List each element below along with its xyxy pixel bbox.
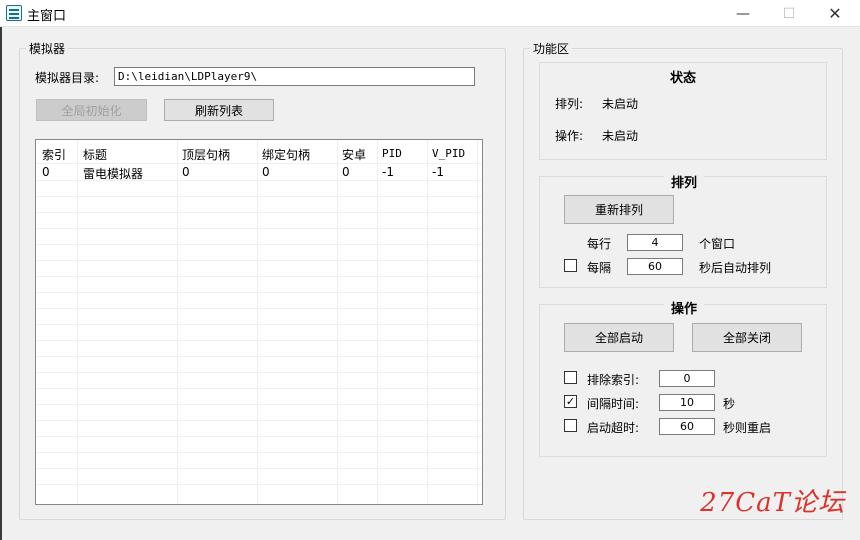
column-divider: [427, 140, 428, 504]
per-row-label: 每行: [587, 237, 612, 251]
exclude-index-input[interactable]: 0: [659, 370, 715, 387]
arrange-status-value: 未启动: [602, 97, 639, 111]
row-divider: [36, 436, 482, 437]
interval-time-label: 间隔时间:: [587, 397, 640, 411]
close-button[interactable]: ✕: [812, 0, 858, 27]
row-divider: [36, 468, 482, 469]
row-divider: [36, 356, 482, 357]
auto-arrange-unit: 秒后自动排列: [699, 261, 772, 275]
row-divider: [36, 388, 482, 389]
column-header-index[interactable]: 索引: [42, 146, 66, 163]
row-divider: [36, 404, 482, 405]
interval-time-checkbox[interactable]: ✓: [564, 395, 577, 408]
start-all-button[interactable]: 全部启动: [564, 323, 674, 352]
row-divider: [36, 244, 482, 245]
table-cell-title[interactable]: 雷电模拟器: [83, 165, 143, 182]
column-divider: [337, 140, 338, 504]
column-header-title[interactable]: 标题: [83, 146, 107, 163]
row-divider: [36, 484, 482, 485]
table-cell-index[interactable]: 0: [42, 165, 50, 179]
column-divider: [257, 140, 258, 504]
operate-title: 操作: [664, 298, 704, 317]
row-divider: [36, 260, 482, 261]
row-divider: [36, 420, 482, 421]
arrange-title: 排列: [664, 172, 704, 191]
row-divider: [36, 452, 482, 453]
row-divider: [36, 372, 482, 373]
close-all-button[interactable]: 全部关闭: [692, 323, 802, 352]
column-header-pid[interactable]: PID: [382, 147, 402, 160]
row-divider: [36, 196, 482, 197]
operation-status-label: 操作:: [555, 129, 584, 143]
auto-arrange-label: 每隔: [587, 261, 612, 275]
start-timeout-label: 启动超时:: [587, 421, 640, 435]
emulator-dir-input[interactable]: D:\leidian\LDPlayer9\: [114, 67, 475, 86]
status-title: 状态: [669, 71, 696, 86]
minimize-button[interactable]: —: [720, 0, 766, 27]
rearrange-button[interactable]: 重新排列: [564, 195, 674, 224]
table-cell-pid[interactable]: -1: [382, 165, 394, 179]
arrange-panel: 排列: [539, 172, 827, 288]
row-divider: [36, 276, 482, 277]
title-bar: 主窗口 — ☐ ✕: [0, 0, 860, 27]
background-edge: [0, 0, 2, 540]
column-header-android[interactable]: 安卓: [342, 146, 366, 163]
row-divider: [36, 163, 482, 164]
column-divider: [477, 140, 478, 504]
column-header-bind-handle[interactable]: 绑定句柄: [262, 146, 310, 163]
row-divider: [36, 292, 482, 293]
global-init-button[interactable]: 全局初始化: [36, 99, 147, 121]
watermark-logo: 27CaT论坛: [700, 488, 845, 518]
column-divider: [77, 140, 78, 504]
maximize-button[interactable]: ☐: [766, 0, 812, 27]
column-header-vpid[interactable]: V_PID: [432, 147, 465, 160]
start-timeout-checkbox[interactable]: [564, 419, 577, 432]
auto-arrange-interval-input[interactable]: 60: [627, 258, 683, 275]
exclude-index-checkbox[interactable]: [564, 371, 577, 384]
row-divider: [36, 212, 482, 213]
table-cell-top-handle[interactable]: 0: [182, 165, 190, 179]
function-group-title: 功能区: [530, 40, 573, 57]
column-divider: [177, 140, 178, 504]
start-timeout-unit: 秒则重启: [723, 421, 772, 435]
row-divider: [36, 308, 482, 309]
auto-arrange-checkbox[interactable]: [564, 259, 577, 272]
emulator-group-title: 模拟器: [26, 40, 69, 57]
row-divider: [36, 228, 482, 229]
row-divider: [36, 324, 482, 325]
emulator-table[interactable]: 索引 标题 顶层句柄 绑定句柄 安卓 PID V_PID 0 雷电模拟器 0 0…: [35, 139, 483, 505]
arrange-status-label: 排列:: [555, 97, 584, 111]
table-cell-bind-handle[interactable]: 0: [262, 165, 270, 179]
per-row-input[interactable]: 4: [627, 234, 683, 251]
table-cell-vpid[interactable]: -1: [432, 165, 444, 179]
column-header-top-handle[interactable]: 顶层句柄: [182, 146, 230, 163]
start-timeout-input[interactable]: 60: [659, 418, 715, 435]
interval-time-input[interactable]: 10: [659, 394, 715, 411]
per-row-unit: 个窗口: [699, 237, 736, 251]
row-divider: [36, 340, 482, 341]
column-divider: [377, 140, 378, 504]
exclude-index-label: 排除索引:: [587, 373, 640, 387]
table-cell-android[interactable]: 0: [342, 165, 350, 179]
emulator-dir-label: 模拟器目录:: [35, 71, 100, 85]
operation-status-value: 未启动: [602, 129, 639, 143]
interval-time-unit: 秒: [723, 397, 736, 411]
app-icon: [6, 5, 22, 21]
refresh-list-button[interactable]: 刷新列表: [164, 99, 274, 121]
window-title: 主窗口: [27, 9, 67, 24]
